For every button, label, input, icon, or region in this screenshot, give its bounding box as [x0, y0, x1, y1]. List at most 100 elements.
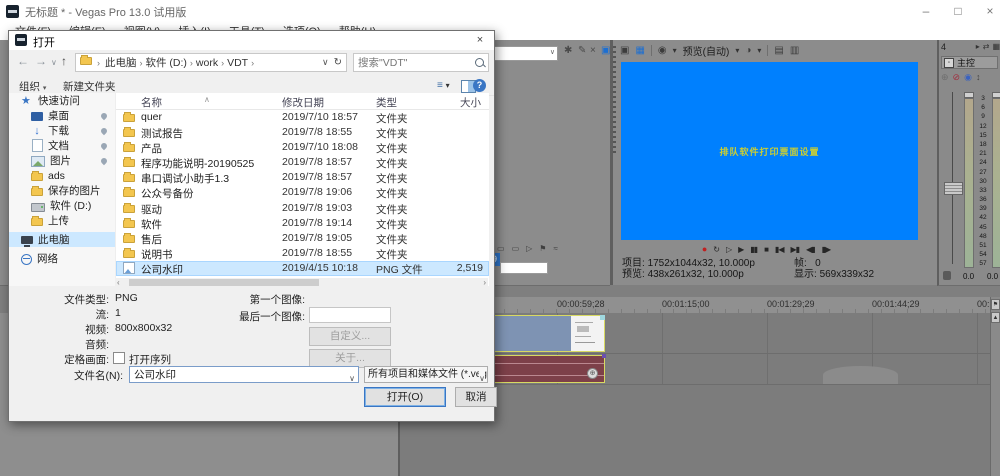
file-row[interactable]: 程序功能说明-20190525 2019/7/8 18:57 文件夹: [116, 155, 489, 170]
transport-play-from-start[interactable]: ▷: [726, 245, 732, 254]
split-screen-icon[interactable]: ◑: [745, 45, 751, 56]
chevron-down-icon[interactable]: ▾: [735, 46, 739, 55]
cancel-button[interactable]: 取消: [455, 387, 497, 407]
open-sequence-checkbox[interactable]: [113, 352, 125, 364]
organize-button[interactable]: 组织 ▾: [19, 79, 46, 94]
grid-icon[interactable]: ▦: [992, 42, 1000, 51]
open-button[interactable]: 打开(O): [364, 387, 446, 407]
mixer-tab[interactable]: 4: [941, 42, 946, 52]
file-row[interactable]: 驱动 2019/7/8 19:03 文件夹: [116, 201, 489, 216]
chevron-down-icon[interactable]: ▾: [757, 46, 761, 55]
transport-record[interactable]: ●: [702, 244, 708, 254]
transport-go-to-start[interactable]: ▮◀: [775, 245, 785, 254]
edit-details-field[interactable]: [500, 262, 548, 274]
address-bar[interactable]: › 此电脑 › 软件 (D:) › work › VDT › ∨ ↻: [75, 53, 347, 72]
filename-input[interactable]: 公司水印 ∨: [129, 366, 359, 383]
scrollbar-up-button[interactable]: ▲: [991, 312, 1000, 323]
minimize-button[interactable]: –: [912, 2, 940, 20]
transport-pause[interactable]: ▮▮: [750, 245, 758, 254]
video-event[interactable]: [487, 315, 605, 352]
sidebar-item-软件 (D:)[interactable]: 软件 (D:): [9, 198, 115, 213]
file-row[interactable]: 测试报告 2019/7/8 18:55 文件夹: [116, 125, 489, 140]
transport-step-back[interactable]: ◀▮: [806, 245, 816, 254]
dialog-close-button[interactable]: ×: [472, 33, 488, 48]
new-folder-button[interactable]: 新建文件夹: [63, 79, 116, 94]
transport-go-to-end[interactable]: ▶▮: [790, 245, 800, 254]
transport-play[interactable]: ▶: [738, 245, 744, 254]
scrollbar-flag-button[interactable]: ⚑: [991, 299, 1000, 310]
sidebar-item-上传[interactable]: 上传: [9, 213, 115, 228]
sidebar-item-快速访问[interactable]: ★ 快速访问: [9, 93, 115, 108]
preview-quality-label[interactable]: 预览(自动): [683, 43, 730, 58]
copy-frame-icon[interactable]: ▥: [790, 45, 799, 56]
timeline-scrollbar[interactable]: ⚑ ▲: [990, 297, 1000, 476]
breadcrumb-item[interactable]: VDT: [227, 57, 248, 69]
breadcrumb-item[interactable]: 软件 (D:): [146, 55, 187, 70]
file-row[interactable]: 软件 2019/7/8 19:14 文件夹: [116, 216, 489, 231]
external-monitor-icon[interactable]: ▦: [635, 45, 644, 56]
file-row[interactable]: 产品 2019/7/10 18:08 文件夹: [116, 140, 489, 155]
column-type[interactable]: 类型: [376, 95, 397, 110]
chevron-down-icon[interactable]: ▾: [673, 46, 677, 55]
column-size[interactable]: 大小: [460, 95, 481, 110]
snapshot-icon[interactable]: ▤: [774, 45, 783, 56]
marker-b-icon[interactable]: ▭: [512, 244, 520, 253]
refresh-icon[interactable]: ↻: [334, 57, 342, 68]
scroll-left-icon[interactable]: ‹: [117, 278, 120, 287]
transport-stop[interactable]: ■: [764, 245, 769, 254]
sidebar-item-保存的图片[interactable]: 保存的图片: [9, 183, 115, 198]
file-row[interactable]: 售后 2019/7/8 19:05 文件夹: [116, 231, 489, 246]
search-box[interactable]: 搜索"VDT": [353, 53, 489, 72]
flag-icon[interactable]: ⚑: [539, 244, 546, 253]
volume-fader-handle[interactable]: [944, 182, 963, 195]
breadcrumb-item[interactable]: work: [196, 57, 218, 69]
search-input[interactable]: 搜索"VDT": [358, 55, 475, 70]
event-fx-icon[interactable]: ⊕: [587, 368, 598, 379]
clear-icon[interactable]: ×: [590, 45, 596, 56]
sidebar-item-文档[interactable]: 文档: [9, 138, 115, 153]
solo-icon[interactable]: ◉: [964, 72, 972, 83]
sidebar-item-图片[interactable]: 图片: [9, 153, 115, 168]
sidebar-item-此电脑[interactable]: 此电脑: [9, 232, 115, 247]
file-row[interactable]: 公司水印 2019/4/15 10:18 PNG 文件 2,519: [116, 260, 489, 277]
play-small-icon[interactable]: ▷: [526, 244, 532, 253]
swap-icon[interactable]: ⇄: [983, 42, 990, 51]
audio-event[interactable]: ⊕: [487, 354, 606, 383]
last-image-field[interactable]: [309, 307, 391, 323]
scrollbar-thumb[interactable]: [129, 279, 319, 286]
event-corner-handle[interactable]: [600, 315, 605, 320]
file-row[interactable]: 公众号备份 2019/7/8 19:06 文件夹: [116, 185, 489, 200]
project-properties-icon[interactable]: ▣: [620, 45, 629, 56]
marker-a-icon[interactable]: ▭: [497, 244, 505, 253]
maximize-button[interactable]: □: [944, 2, 972, 20]
help-icon[interactable]: ?: [473, 79, 486, 92]
back-icon[interactable]: ←: [17, 54, 29, 68]
master-bus-header[interactable]: ▫ 主控: [941, 56, 998, 69]
magic-wand-icon[interactable]: ✱: [564, 45, 572, 56]
preview-quality-icon[interactable]: ◉: [658, 45, 667, 56]
history-chevron-icon[interactable]: ∨: [51, 58, 57, 67]
file-row[interactable]: 说明书 2019/7/8 18:55 文件夹: [116, 246, 489, 261]
customize-button[interactable]: 自定义...: [309, 327, 391, 346]
view-mode-icon[interactable]: ≡ ▾: [437, 80, 450, 91]
transport-step-forward[interactable]: ▮▶: [822, 245, 832, 254]
transport-loop[interactable]: ↻: [713, 245, 720, 254]
wave-icon[interactable]: ≈: [553, 244, 557, 253]
event-corner-handle[interactable]: [602, 354, 606, 358]
column-date[interactable]: 修改日期: [282, 95, 324, 110]
horizontal-scrollbar[interactable]: ‹ ›: [115, 278, 488, 287]
file-row[interactable]: quer 2019/7/10 18:57 文件夹: [116, 110, 489, 125]
sidebar-item-ads[interactable]: ads: [9, 168, 115, 183]
breadcrumb-item[interactable]: 此电脑: [105, 55, 137, 70]
sidebar-item-下载[interactable]: ↓ 下载: [9, 123, 115, 138]
video-screen[interactable]: 排队软件打印票面设置: [621, 62, 918, 240]
fader-mode-icon[interactable]: ↕: [976, 72, 981, 83]
address-chevron-icon[interactable]: ∨: [322, 57, 329, 68]
close-button[interactable]: ×: [976, 2, 1000, 20]
file-row[interactable]: 串口调试小助手1.3 2019/7/8 18:57 文件夹: [116, 170, 489, 185]
sidebar-item-网络[interactable]: 网络: [9, 251, 115, 266]
brush-icon[interactable]: ✎: [578, 45, 586, 56]
column-name[interactable]: 名称: [141, 95, 162, 110]
sidebar-item-桌面[interactable]: 桌面: [9, 108, 115, 123]
up-icon[interactable]: ↑: [61, 54, 67, 68]
